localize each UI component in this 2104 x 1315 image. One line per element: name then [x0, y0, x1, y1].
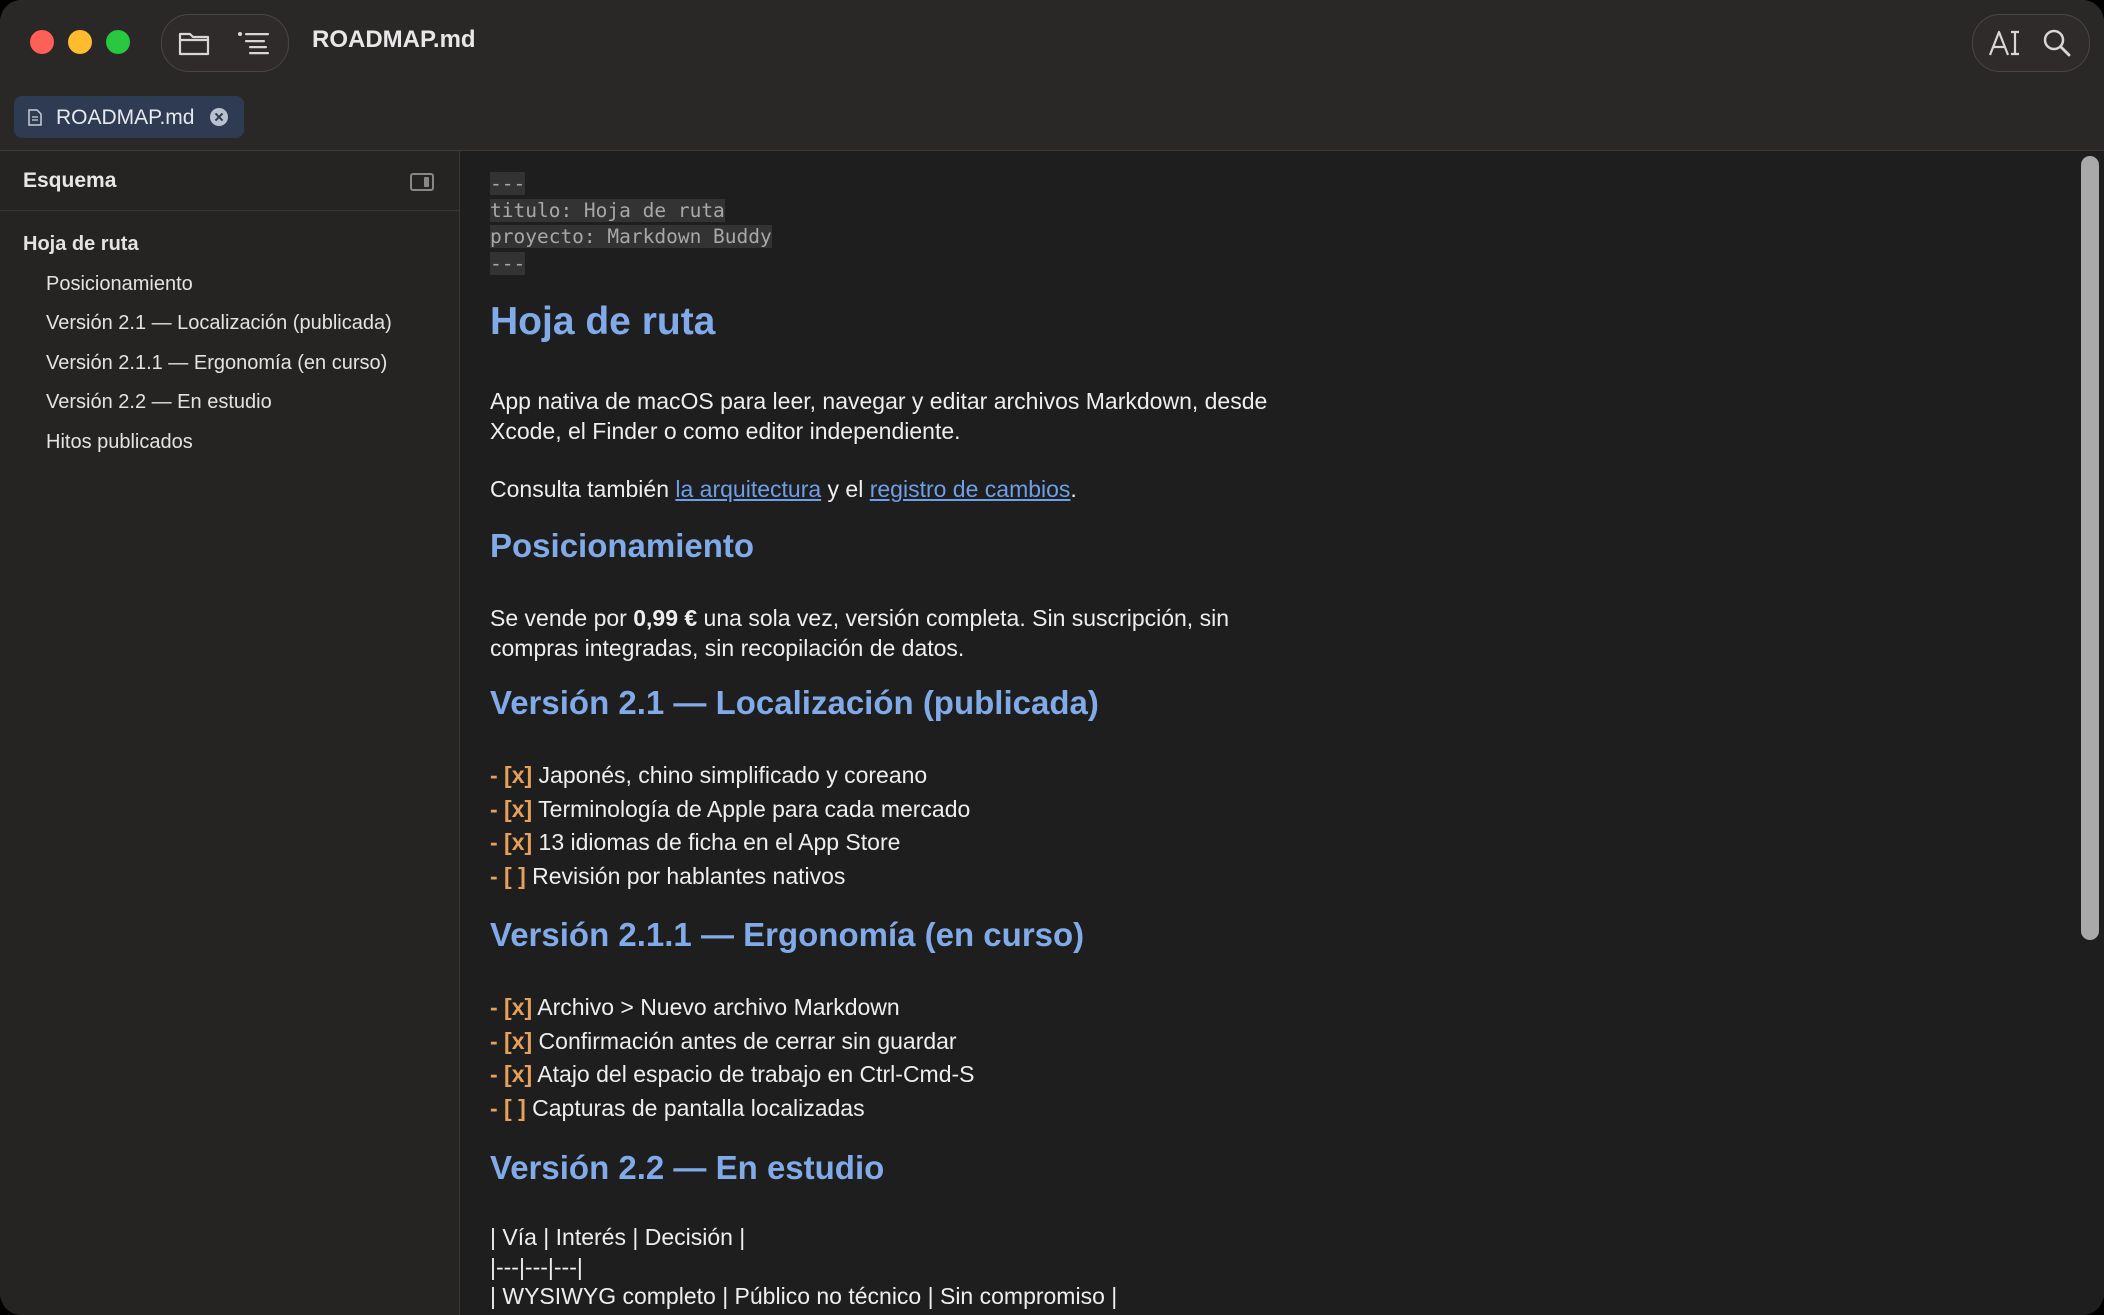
task-marker: - [x]	[490, 1061, 533, 1087]
outline-item-version-2-1-1[interactable]: Versión 2.1.1 — Ergonomía (en curso)	[0, 344, 459, 384]
table-line: | Vía | Interés | Decisión |	[490, 1224, 746, 1250]
sidebar-divider	[0, 210, 459, 211]
task-marker: - [x]	[490, 994, 533, 1020]
positioning-rest: una sola vez, versión completa. Sin susc…	[697, 605, 1229, 631]
search-icon	[2043, 29, 2071, 57]
document-icon	[28, 109, 42, 126]
task-text: 13 idiomas de ficha en el App Store	[532, 829, 901, 855]
positioning-prefix: Se vende por	[490, 605, 634, 631]
task-marker: - [x]	[490, 795, 533, 822]
outline-item-hoja-de-ruta[interactable]: Hoja de ruta	[0, 225, 459, 265]
intro-line: App nativa de macOS para leer, navegar y…	[490, 388, 1268, 414]
see-also-paragraph: Consulta también la arquitectura y el re…	[490, 473, 1077, 507]
task-marker: - [x]	[490, 829, 533, 855]
heading-version-2-1: Versión 2.1 — Localización (publicada)	[490, 684, 1099, 721]
task-text: Terminología de Apple para cada mercado	[532, 795, 971, 822]
window-title: ROADMAP.md	[312, 26, 476, 53]
list-outline-icon	[238, 32, 269, 55]
toggle-outline-button[interactable]	[236, 27, 272, 59]
task-text: Japonés, chino simplificado y coreano	[532, 762, 928, 788]
task-marker: - [ ]	[490, 1094, 526, 1121]
sidebar-toggle-icon[interactable]	[410, 173, 434, 191]
zoom-window-button[interactable]	[106, 30, 130, 54]
heading-posicionamiento: Posicionamiento	[490, 527, 755, 564]
task-text: Archivo > Nuevo archivo Markdown	[532, 994, 900, 1020]
architecture-link[interactable]: la arquitectura	[675, 476, 821, 502]
task-marker: - [x]	[490, 1027, 533, 1054]
task-text: Confirmación antes de cerrar sin guardar	[532, 1027, 957, 1054]
tab-label: ROADMAP.md	[56, 106, 195, 129]
title-bar: ROADMAP.md	[0, 0, 2104, 86]
frontmatter-line: ---	[490, 172, 526, 195]
table-line: |---|---|---|	[490, 1253, 583, 1280]
outline-sidebar: Esquema Hoja de ruta Posicionamiento Ver…	[0, 151, 460, 1315]
markdown-editor[interactable]: --- titulo: Hoja de ruta proyecto: Markd…	[460, 151, 2080, 1315]
task-item: - [x] Confirmación antes de cerrar sin g…	[490, 1025, 975, 1059]
open-folder-button[interactable]	[176, 27, 212, 59]
text-size-icon	[1988, 30, 2019, 56]
task-item: - [ ] Revisión por hablantes nativos	[490, 860, 970, 894]
price-text: 0,99 €	[633, 605, 698, 631]
close-window-button[interactable]	[30, 30, 54, 54]
task-marker: - [ ]	[490, 862, 526, 889]
task-text: Revisión por hablantes nativos	[525, 862, 846, 889]
scrollbar-thumb[interactable]	[2081, 156, 2099, 940]
task-item: - [x] Japonés, chino simplificado y core…	[490, 759, 970, 793]
markdown-table-source: | Vía | Interés | Decisión | |---|---|--…	[490, 1223, 1117, 1312]
outline-item-posicionamiento[interactable]: Posicionamiento	[0, 265, 459, 305]
app-window: ROADMAP.md ROADMAP.md Esquema Hoja de ru…	[0, 0, 2104, 1315]
see-also-mid: y el	[821, 476, 870, 502]
positioning-line: Se vende por 0,99 € una sola vez, versió…	[490, 602, 1229, 636]
task-item: - [ ] Capturas de pantalla localizadas	[490, 1092, 975, 1126]
positioning-paragraph: Se vende por 0,99 € una sola vez, versió…	[490, 602, 1229, 665]
heading-version-2-1-1: Versión 2.1.1 — Ergonomía (en curso)	[490, 916, 1085, 953]
task-item: - [x] Archivo > Nuevo archivo Markdown	[490, 991, 975, 1025]
folder-icon	[178, 32, 210, 56]
frontmatter-block: --- titulo: Hoja de ruta proyecto: Markd…	[490, 171, 772, 277]
outline-list: Hoja de ruta Posicionamiento Versión 2.1…	[0, 225, 459, 462]
tab-bar: ROADMAP.md	[0, 86, 2104, 151]
outline-item-hitos[interactable]: Hitos publicados	[0, 423, 459, 463]
task-marker: - [x]	[490, 762, 533, 788]
task-list-2-1: - [x] Japonés, chino simplificado y core…	[490, 759, 970, 893]
positioning-line: compras integradas, sin recopilación de …	[490, 634, 965, 661]
changelog-link[interactable]: registro de cambios	[870, 476, 1071, 502]
outline-item-version-2-2[interactable]: Versión 2.2 — En estudio	[0, 383, 459, 423]
toolbar-left-group	[161, 14, 289, 72]
task-text: Capturas de pantalla localizadas	[525, 1094, 865, 1121]
minimize-window-button[interactable]	[68, 30, 92, 54]
outline-item-version-2-1[interactable]: Versión 2.1 — Localización (publicada)	[0, 304, 459, 344]
task-item: - [x] Atajo del espacio de trabajo en Ct…	[490, 1058, 975, 1092]
see-also-prefix: Consulta también	[490, 476, 676, 502]
task-list-2-1-1: - [x] Archivo > Nuevo archivo Markdown -…	[490, 991, 975, 1125]
toolbar-right-group	[1972, 14, 2090, 72]
task-text: Atajo del espacio de trabajo en Ctrl-Cmd…	[532, 1061, 975, 1087]
search-button[interactable]	[2037, 25, 2077, 61]
table-line: | WYSIWYG completo | Público no técnico …	[490, 1283, 1118, 1309]
task-item: - [x] Terminología de Apple para cada me…	[490, 793, 970, 827]
close-tab-icon[interactable]	[210, 108, 228, 126]
tab-roadmap[interactable]: ROADMAP.md	[14, 96, 244, 138]
font-size-button[interactable]	[1985, 25, 2025, 61]
see-also-suffix: .	[1070, 476, 1077, 502]
heading-hoja-de-ruta: Hoja de ruta	[490, 300, 716, 343]
frontmatter-line: proyecto: Markdown Buddy	[490, 225, 772, 248]
intro-line: Xcode, el Finder o como editor independi…	[490, 417, 961, 444]
task-item: - [x] 13 idiomas de ficha en el App Stor…	[490, 826, 970, 860]
sidebar-title: Esquema	[23, 169, 117, 192]
intro-paragraph: App nativa de macOS para leer, navegar y…	[490, 385, 1267, 448]
heading-version-2-2: Versión 2.2 — En estudio	[490, 1149, 885, 1186]
frontmatter-line: titulo: Hoja de ruta	[490, 198, 725, 222]
frontmatter-line: ---	[490, 251, 526, 275]
